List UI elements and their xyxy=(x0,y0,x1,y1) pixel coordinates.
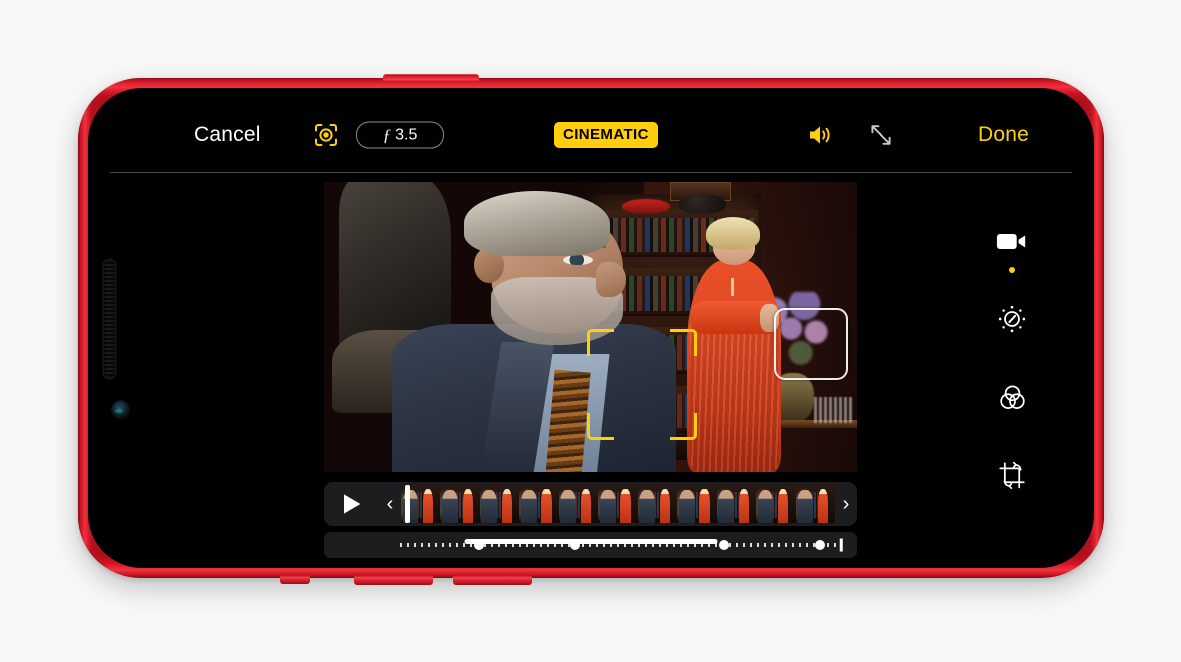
phone-screen: Cancel ƒ 3.5 CINEMATIC Done ‹ › xyxy=(98,98,1084,558)
filmstrip[interactable] xyxy=(401,485,835,523)
side-power-button[interactable] xyxy=(383,74,479,82)
timeline-playhead[interactable] xyxy=(405,485,411,523)
focus-bracket-bottom-left xyxy=(587,413,614,440)
focus-track-end-marker[interactable] xyxy=(839,538,843,552)
ring-silent-switch[interactable] xyxy=(280,575,310,584)
play-icon[interactable] xyxy=(324,482,379,526)
filmstrip-frame[interactable] xyxy=(519,485,559,523)
speaker-on-icon[interactable] xyxy=(807,123,837,147)
volume-down-button[interactable] xyxy=(453,575,532,585)
cancel-button[interactable]: Cancel xyxy=(194,123,261,147)
crop-rotate-icon[interactable] xyxy=(993,456,1031,494)
aperture-button[interactable]: ƒ 3.5 xyxy=(356,121,444,149)
filmstrip-frame[interactable] xyxy=(756,485,796,523)
adjust-dial-icon[interactable] xyxy=(993,300,1031,338)
cinematic-mode-badge[interactable]: CINEMATIC xyxy=(554,122,658,148)
focus-bracket-top-right xyxy=(670,329,697,356)
toolbar-divider xyxy=(110,172,1072,173)
scene-glassware xyxy=(814,396,852,423)
video-camera-icon[interactable] xyxy=(993,222,1031,273)
volume-up-button[interactable] xyxy=(354,575,433,585)
active-tool-dot xyxy=(1009,267,1015,273)
phone-bezel: Cancel ƒ 3.5 CINEMATIC Done ‹ › xyxy=(88,88,1094,568)
expand-arrows-icon[interactable] xyxy=(868,122,894,148)
filmstrip-frame[interactable] xyxy=(558,485,599,523)
front-camera xyxy=(112,401,129,418)
scene-dark-urn xyxy=(678,193,727,214)
filmstrip-frame[interactable] xyxy=(677,485,717,523)
earpiece-speaker xyxy=(104,260,115,378)
video-timeline[interactable]: ‹ › xyxy=(324,482,857,526)
focus-keyframe-track[interactable] xyxy=(324,532,857,558)
focus-bracket-top-left xyxy=(587,329,614,356)
chevron-left-icon[interactable]: ‹ xyxy=(379,494,401,514)
detected-face-box[interactable] xyxy=(774,308,848,380)
focus-lock-icon[interactable] xyxy=(313,122,339,148)
filmstrip-frame[interactable] xyxy=(440,485,480,523)
filmstrip-frame[interactable] xyxy=(479,485,520,523)
editor-tool-rail xyxy=(985,222,1039,494)
screenshot-canvas: Cancel ƒ 3.5 CINEMATIC Done ‹ › xyxy=(0,0,1181,662)
aperture-f-glyph: ƒ xyxy=(382,125,392,144)
filmstrip-frame[interactable] xyxy=(716,485,757,523)
chevron-right-icon[interactable]: › xyxy=(835,494,857,514)
filmstrip-frame[interactable] xyxy=(795,485,835,523)
filmstrip-frame[interactable] xyxy=(598,485,638,523)
focus-brackets[interactable] xyxy=(587,329,697,440)
color-filters-icon[interactable] xyxy=(993,378,1031,416)
focus-keyframe-marker[interactable] xyxy=(814,540,825,550)
focus-keyframe-marker[interactable] xyxy=(718,540,729,550)
aperture-value: 3.5 xyxy=(395,126,418,143)
done-button[interactable]: Done xyxy=(978,123,1029,147)
focus-bracket-bottom-right xyxy=(670,413,697,440)
iphone-device: Cancel ƒ 3.5 CINEMATIC Done ‹ › xyxy=(78,74,1104,585)
home-indicator[interactable] xyxy=(464,539,718,544)
editor-toolbar: Cancel ƒ 3.5 CINEMATIC Done xyxy=(98,98,1084,172)
filmstrip-frame[interactable] xyxy=(637,485,678,523)
